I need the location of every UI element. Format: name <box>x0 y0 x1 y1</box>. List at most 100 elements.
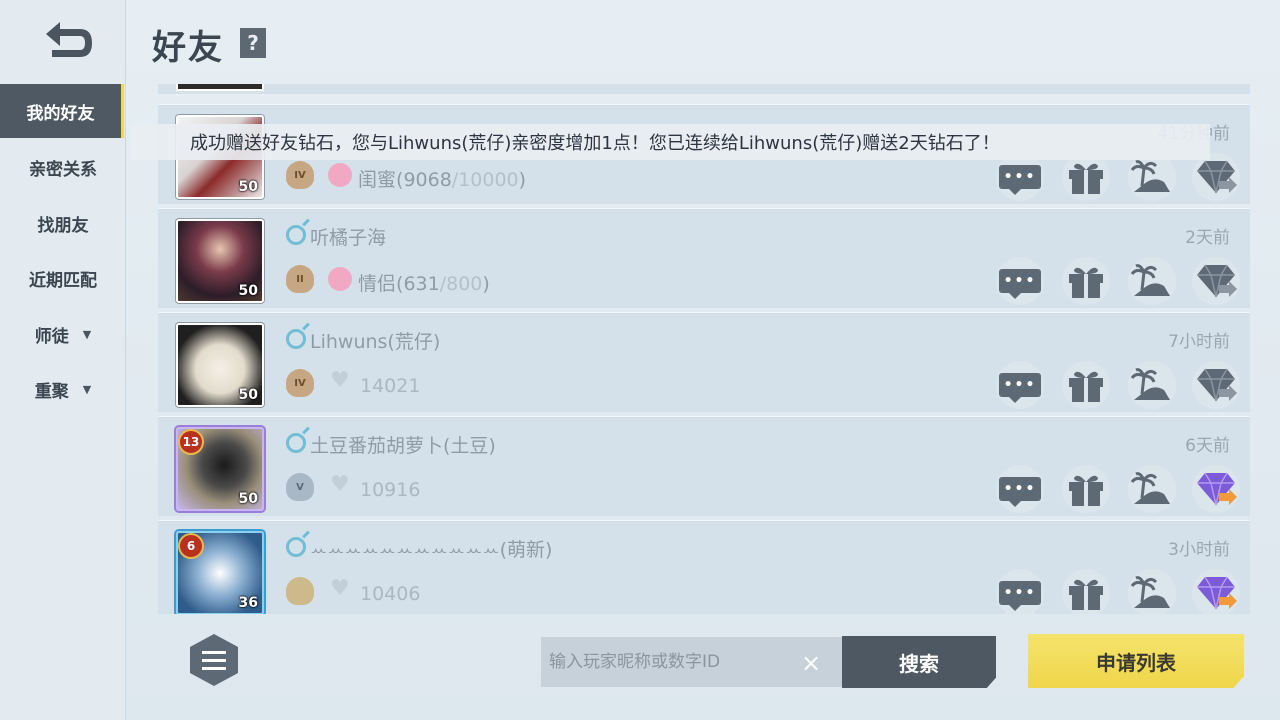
diamond-button[interactable] <box>1192 153 1240 201</box>
island-button[interactable] <box>1128 465 1176 513</box>
list-item[interactable]: 6 36 ꕀꕀꕀꕀꕀꕀꕀꕀꕀꕀꕀ(萌新) 10406 3小时前 ••• <box>158 520 1250 614</box>
chevron-down-icon: ▼ <box>82 327 92 341</box>
avatar[interactable]: 6 36 <box>176 531 264 614</box>
menu-button[interactable] <box>186 632 242 688</box>
clear-icon[interactable]: × <box>798 649 824 677</box>
diamond-gray-icon <box>1197 264 1237 298</box>
list-item[interactable]: 50 Lihwuns(荒仔) IV 14021 7小时前 ••• <box>158 312 1250 412</box>
intimacy-score: 14021 <box>360 375 421 397</box>
gift-button[interactable] <box>1062 569 1110 614</box>
chat-icon: ••• <box>999 373 1041 403</box>
avatar[interactable]: 13 50 <box>176 427 264 511</box>
sidebar-item-intimate-relations[interactable]: 亲密关系 <box>0 140 126 194</box>
diamond-button[interactable] <box>1192 465 1240 513</box>
rank-icon: IV <box>286 369 314 397</box>
male-icon <box>286 537 306 557</box>
avatar[interactable]: 50 <box>176 323 264 407</box>
sidebar-item-reunion[interactable]: 重聚 ▼ <box>0 362 126 416</box>
island-icon <box>1130 472 1170 504</box>
sidebar-item-label: 找朋友 <box>37 215 89 236</box>
list-item <box>158 84 1250 94</box>
island-icon <box>1130 264 1170 296</box>
friend-name: ꕀꕀꕀꕀꕀꕀꕀꕀꕀꕀꕀ(萌新) <box>310 539 553 561</box>
sidebar-item-label: 近期匹配 <box>29 270 97 291</box>
sidebar-item-my-friends[interactable]: 我的好友 <box>0 84 124 138</box>
rank-icon: II <box>286 265 314 293</box>
island-button[interactable] <box>1128 569 1176 614</box>
intimacy-score: 10916 <box>360 479 421 501</box>
chat-button[interactable]: ••• <box>996 361 1044 409</box>
page-title: 好友 <box>152 28 224 68</box>
hamburger-menu-icon <box>190 634 238 686</box>
last-online-time: 3小时前 <box>1168 540 1230 560</box>
level-label: 50 <box>238 283 258 299</box>
avatar <box>176 84 264 91</box>
last-online-time: 7小时前 <box>1168 332 1230 352</box>
level-label: 50 <box>238 387 258 403</box>
friend-name: Lihwuns(荒仔) <box>310 331 441 353</box>
island-icon <box>1130 160 1170 192</box>
help-icon[interactable]: ? <box>240 28 266 58</box>
diamond-purple-icon <box>1197 576 1237 610</box>
male-icon <box>286 225 306 245</box>
relation-type: 情侣 <box>358 273 397 295</box>
gift-button[interactable] <box>1062 153 1110 201</box>
friend-list[interactable]: 50 IV 闺蜜(9068/10000) 41分钟前 ••• 50 听橘子海 I… <box>158 84 1250 614</box>
gift-success-toast: 成功赠送好友钻石，您与Lihwuns(荒仔)亲密度增加1点！您已连续给Lihwu… <box>130 124 1210 160</box>
apply-list-button[interactable]: 申请列表 <box>1028 634 1244 688</box>
island-button[interactable] <box>1128 361 1176 409</box>
avatar[interactable]: 50 <box>176 219 264 303</box>
intimacy-score: 10406 <box>360 583 421 605</box>
island-icon <box>1130 576 1170 608</box>
gift-button[interactable] <box>1062 465 1110 513</box>
list-item[interactable]: 13 50 土豆番茄胡萝卜(土豆) V 10916 6天前 ••• <box>158 416 1250 516</box>
chat-button[interactable]: ••• <box>996 465 1044 513</box>
chevron-down-icon: ▼ <box>82 382 92 396</box>
intimacy-max: /800 <box>439 273 483 295</box>
sidebar-item-mentorship[interactable]: 师徒 ▼ <box>0 307 126 361</box>
chat-button[interactable]: ••• <box>996 569 1044 614</box>
level-label: 50 <box>238 491 258 507</box>
level-badge: 6 <box>178 533 204 559</box>
male-icon <box>286 329 306 349</box>
intimacy-text: 情侣(631/800) <box>358 273 490 295</box>
intimacy-value: 631 <box>403 273 440 295</box>
sidebar-item-find-friends[interactable]: 找朋友 <box>0 196 126 250</box>
gift-icon <box>1069 475 1103 506</box>
male-icon <box>286 433 306 453</box>
chat-icon: ••• <box>999 581 1041 611</box>
diamond-purple-icon <box>1197 472 1237 506</box>
island-button[interactable] <box>1128 257 1176 305</box>
gift-icon <box>1069 267 1103 298</box>
level-label: 36 <box>238 595 258 611</box>
gift-icon <box>1069 371 1103 402</box>
last-online-time: 2天前 <box>1185 228 1230 248</box>
diamond-button[interactable] <box>1192 569 1240 614</box>
bestie-icon <box>328 163 352 187</box>
search-button[interactable]: 搜索 <box>842 636 996 688</box>
sidebar-item-label: 师徒 <box>34 326 69 347</box>
rank-icon: IV <box>286 161 314 189</box>
island-button[interactable] <box>1128 153 1176 201</box>
chat-button[interactable]: ••• <box>996 257 1044 305</box>
gift-button[interactable] <box>1062 257 1110 305</box>
diamond-gray-icon <box>1197 368 1237 402</box>
gift-icon <box>1069 163 1103 194</box>
heart-icon <box>328 472 352 499</box>
intimacy-text: 闺蜜(9068/10000) <box>358 169 527 191</box>
level-badge: 13 <box>178 429 204 455</box>
heart-icon <box>328 576 352 603</box>
chat-button[interactable]: ••• <box>996 153 1044 201</box>
chat-icon: ••• <box>999 165 1041 195</box>
sidebar-item-recent-matches[interactable]: 近期匹配 <box>0 251 126 305</box>
diamond-button[interactable] <box>1192 361 1240 409</box>
gift-button[interactable] <box>1062 361 1110 409</box>
back-arrow-icon[interactable] <box>38 18 98 64</box>
diamond-gray-icon <box>1197 160 1237 194</box>
diamond-button[interactable] <box>1192 257 1240 305</box>
list-item[interactable]: 50 听橘子海 II 情侣(631/800) 2天前 ••• <box>158 208 1250 308</box>
gift-icon <box>1069 579 1103 610</box>
sidebar: 我的好友 亲密关系 找朋友 近期匹配 师徒 ▼ 重聚 ▼ <box>0 0 126 720</box>
relation-type: 闺蜜 <box>358 169 397 191</box>
couple-icon <box>328 267 352 291</box>
